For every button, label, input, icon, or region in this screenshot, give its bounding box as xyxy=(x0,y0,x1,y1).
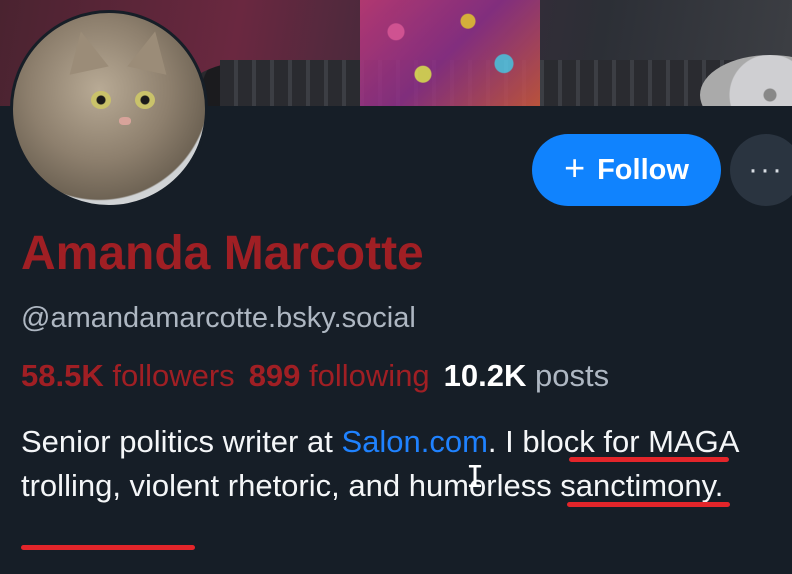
followers-link[interactable]: 58.5K followers xyxy=(21,358,235,393)
bio-link-salon[interactable]: Salon.com xyxy=(341,424,487,459)
posts-count: 10.2K xyxy=(443,358,527,393)
following-label: following xyxy=(309,358,430,393)
cat-eye-left xyxy=(91,91,111,109)
more-options-button[interactable]: ··· xyxy=(730,134,792,206)
cat-ear-left xyxy=(61,27,109,75)
display-name: Amanda Marcotte xyxy=(21,227,424,280)
highlight-underline-2 xyxy=(567,502,730,507)
profile-handle: @amandamarcotte.bsky.social xyxy=(21,302,416,334)
cat-ear-right xyxy=(127,27,175,75)
bio-text-1: Senior politics writer at xyxy=(21,424,342,459)
profile-bio: Senior politics writer at Salon.com. I b… xyxy=(21,420,781,508)
highlight-underline-3 xyxy=(21,545,195,550)
follow-button-label: Follow xyxy=(597,153,689,186)
avatar[interactable] xyxy=(10,10,208,208)
following-count: 899 xyxy=(248,358,301,393)
highlight-underline-1 xyxy=(569,457,729,462)
following-link[interactable]: 899 following xyxy=(249,358,430,393)
posts-label: posts xyxy=(535,358,610,393)
profile-stats: 58.5K followers 899 following 10.2K posts xyxy=(21,358,609,394)
cat-nose xyxy=(119,117,131,125)
ellipsis-icon: ··· xyxy=(748,153,784,186)
plus-icon: + xyxy=(564,147,586,188)
text-cursor-icon: I xyxy=(466,460,485,495)
banner-dj-shirt xyxy=(360,0,540,106)
cat-eye-right xyxy=(135,91,155,109)
followers-label: followers xyxy=(112,358,235,393)
follow-button[interactable]: + Follow xyxy=(532,134,721,206)
followers-count: 58.5K xyxy=(21,358,104,393)
